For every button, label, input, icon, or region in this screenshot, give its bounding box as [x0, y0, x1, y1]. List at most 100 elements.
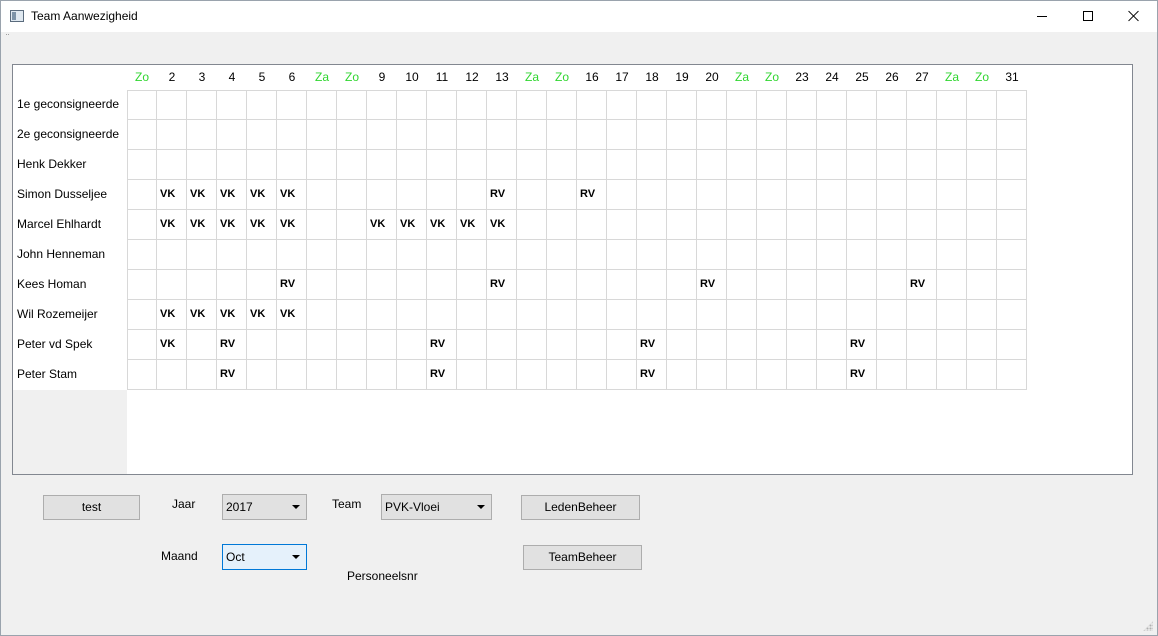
- attendance-cell[interactable]: [607, 210, 637, 240]
- attendance-cell[interactable]: [817, 120, 847, 150]
- attendance-cell[interactable]: [967, 300, 997, 330]
- attendance-cell[interactable]: [487, 120, 517, 150]
- attendance-cell[interactable]: RV: [427, 330, 457, 360]
- attendance-cell[interactable]: [757, 360, 787, 390]
- attendance-cell[interactable]: [787, 360, 817, 390]
- attendance-cell[interactable]: [847, 210, 877, 240]
- attendance-cell[interactable]: [727, 210, 757, 240]
- attendance-cell[interactable]: [487, 300, 517, 330]
- attendance-cell[interactable]: [157, 120, 187, 150]
- attendance-cell[interactable]: [607, 180, 637, 210]
- attendance-cell[interactable]: [577, 210, 607, 240]
- attendance-cell[interactable]: RV: [217, 360, 247, 390]
- attendance-cell[interactable]: [217, 120, 247, 150]
- attendance-cell[interactable]: [337, 120, 367, 150]
- row-header-name[interactable]: 1e geconsigneerde: [13, 90, 127, 120]
- attendance-cell[interactable]: [517, 330, 547, 360]
- attendance-cell[interactable]: [157, 360, 187, 390]
- attendance-cell[interactable]: [727, 150, 757, 180]
- attendance-cell[interactable]: [877, 240, 907, 270]
- attendance-cell[interactable]: [457, 180, 487, 210]
- maximize-button[interactable]: [1065, 1, 1111, 31]
- attendance-cell[interactable]: VK: [187, 180, 217, 210]
- attendance-cell[interactable]: [397, 240, 427, 270]
- attendance-cell[interactable]: [877, 180, 907, 210]
- attendance-cell[interactable]: [517, 270, 547, 300]
- attendance-cell[interactable]: [247, 360, 277, 390]
- day-header[interactable]: 5: [247, 65, 277, 90]
- attendance-cell[interactable]: [727, 90, 757, 120]
- attendance-cell[interactable]: [637, 240, 667, 270]
- attendance-cell[interactable]: [817, 360, 847, 390]
- attendance-cell[interactable]: [127, 360, 157, 390]
- attendance-cell[interactable]: [577, 240, 607, 270]
- attendance-cell[interactable]: [937, 120, 967, 150]
- attendance-cell[interactable]: [967, 270, 997, 300]
- attendance-cell[interactable]: [127, 330, 157, 360]
- attendance-cell[interactable]: [817, 240, 847, 270]
- attendance-cell[interactable]: [907, 150, 937, 180]
- attendance-cell[interactable]: [937, 90, 967, 120]
- attendance-cell[interactable]: [217, 90, 247, 120]
- attendance-cell[interactable]: [307, 240, 337, 270]
- attendance-cell[interactable]: [937, 360, 967, 390]
- attendance-cell[interactable]: [517, 360, 547, 390]
- attendance-cell[interactable]: [817, 180, 847, 210]
- attendance-cell[interactable]: [247, 330, 277, 360]
- attendance-cell[interactable]: [847, 300, 877, 330]
- attendance-cell[interactable]: [187, 120, 217, 150]
- row-header-name[interactable]: 2e geconsigneerde: [13, 120, 127, 150]
- attendance-cell[interactable]: VK: [397, 210, 427, 240]
- day-header[interactable]: Za: [727, 65, 757, 90]
- attendance-cell[interactable]: [697, 180, 727, 210]
- attendance-cell[interactable]: [607, 360, 637, 390]
- attendance-cell[interactable]: [307, 90, 337, 120]
- day-header[interactable]: 25: [847, 65, 877, 90]
- attendance-cell[interactable]: [697, 240, 727, 270]
- attendance-cell[interactable]: [427, 270, 457, 300]
- attendance-cell[interactable]: VK: [217, 180, 247, 210]
- attendance-cell[interactable]: [697, 360, 727, 390]
- attendance-cell[interactable]: [337, 270, 367, 300]
- attendance-cell[interactable]: [937, 210, 967, 240]
- attendance-cell[interactable]: [307, 300, 337, 330]
- attendance-cell[interactable]: [157, 240, 187, 270]
- attendance-cell[interactable]: [727, 360, 757, 390]
- team-select[interactable]: PVK-Vloei: [381, 494, 492, 520]
- attendance-cell[interactable]: RV: [847, 360, 877, 390]
- attendance-cell[interactable]: VK: [277, 300, 307, 330]
- attendance-cell[interactable]: [967, 120, 997, 150]
- attendance-cell[interactable]: [307, 150, 337, 180]
- attendance-cell[interactable]: [997, 120, 1027, 150]
- attendance-cell[interactable]: [817, 270, 847, 300]
- row-header-name[interactable]: Simon Dusseljee: [13, 180, 127, 210]
- attendance-cell[interactable]: [937, 150, 967, 180]
- attendance-cell[interactable]: [367, 360, 397, 390]
- attendance-cell[interactable]: [397, 330, 427, 360]
- row-header-name[interactable]: Henk Dekker: [13, 150, 127, 180]
- attendance-cell[interactable]: RV: [217, 330, 247, 360]
- day-header[interactable]: Zo: [127, 65, 157, 90]
- attendance-cell[interactable]: [757, 150, 787, 180]
- attendance-cell[interactable]: [787, 270, 817, 300]
- attendance-cell[interactable]: [457, 330, 487, 360]
- attendance-cell[interactable]: [547, 120, 577, 150]
- attendance-cell[interactable]: [517, 210, 547, 240]
- attendance-cell[interactable]: [877, 120, 907, 150]
- attendance-cell[interactable]: [667, 300, 697, 330]
- attendance-cell[interactable]: [367, 180, 397, 210]
- attendance-cell[interactable]: [997, 270, 1027, 300]
- test-button[interactable]: test: [43, 495, 140, 520]
- day-header[interactable]: 10: [397, 65, 427, 90]
- attendance-cell[interactable]: [727, 270, 757, 300]
- attendance-cell[interactable]: [187, 150, 217, 180]
- day-header[interactable]: Za: [937, 65, 967, 90]
- attendance-cell[interactable]: [907, 300, 937, 330]
- attendance-cell[interactable]: [817, 210, 847, 240]
- attendance-cell[interactable]: [547, 330, 577, 360]
- attendance-cell[interactable]: [367, 270, 397, 300]
- attendance-cell[interactable]: [967, 210, 997, 240]
- attendance-cell[interactable]: [487, 90, 517, 120]
- attendance-cell[interactable]: VK: [157, 180, 187, 210]
- attendance-cell[interactable]: [757, 90, 787, 120]
